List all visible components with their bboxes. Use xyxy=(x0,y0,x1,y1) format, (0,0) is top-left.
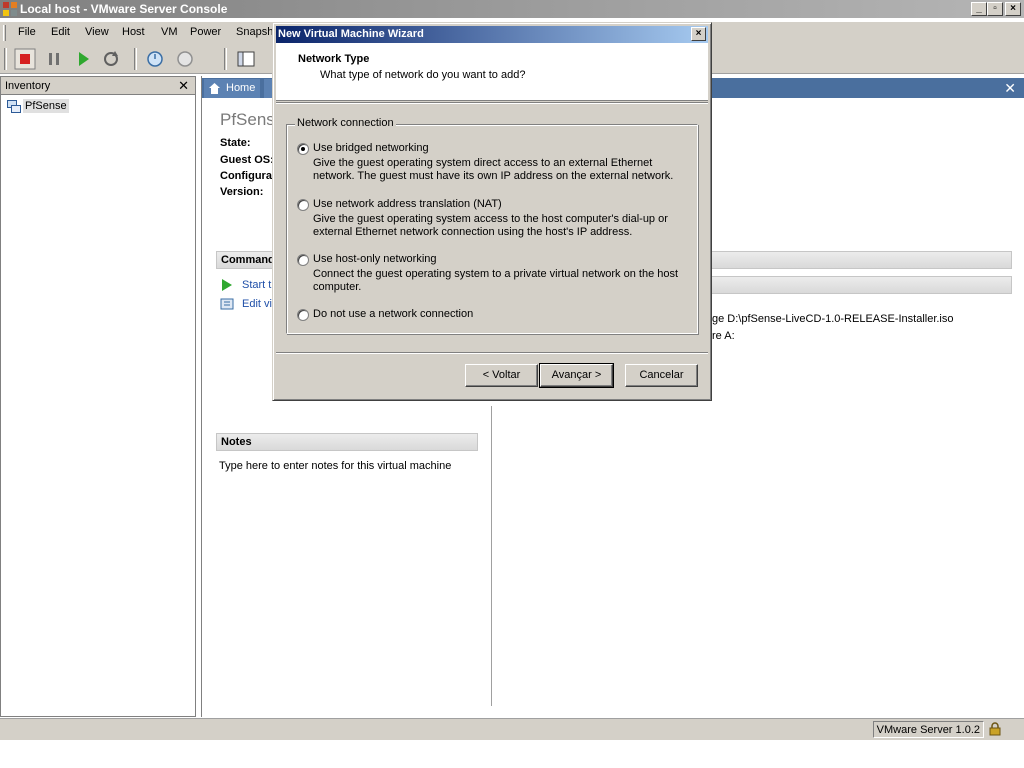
notes-header: Notes xyxy=(216,433,478,451)
edit-settings-icon xyxy=(220,298,234,310)
next-button[interactable]: Avançar > xyxy=(539,363,614,388)
radio-nat[interactable] xyxy=(297,199,309,211)
dialog-header: Network Type What type of network do you… xyxy=(276,43,708,101)
version-label: Version: xyxy=(220,186,264,198)
option-nat-label[interactable]: Use network address translation (NAT) xyxy=(313,198,502,210)
menu-vm[interactable]: VM xyxy=(161,26,178,38)
radio-bridged[interactable] xyxy=(297,143,309,155)
state-label: State: xyxy=(220,137,251,149)
window-title: Local host - VMware Server Console xyxy=(20,2,228,16)
dialog-header-title: Network Type xyxy=(298,53,370,65)
snapshot-icon[interactable] xyxy=(144,48,166,70)
revert-icon[interactable] xyxy=(174,48,196,70)
home-icon xyxy=(209,83,220,94)
network-connection-legend: Network connection xyxy=(295,117,396,129)
inventory-panel: Inventory ✕ PfSense xyxy=(0,76,196,717)
notes-text[interactable]: Type here to enter notes for this virtua… xyxy=(219,460,451,472)
menu-view[interactable]: View xyxy=(85,26,109,38)
pane-divider[interactable] xyxy=(491,406,492,706)
menu-power[interactable]: Power xyxy=(190,26,221,38)
network-connection-group: Network connection Use bridged networkin… xyxy=(286,117,698,334)
dialog-footer-separator xyxy=(276,352,708,354)
radio-host-only[interactable] xyxy=(297,254,309,266)
back-button[interactable]: < Voltar xyxy=(465,364,538,387)
pause-icon[interactable] xyxy=(43,48,65,70)
minimize-button[interactable]: _ xyxy=(971,2,987,16)
status-version: VMware Server 1.0.2 xyxy=(872,721,984,738)
dialog-close-button[interactable]: × xyxy=(691,27,706,41)
tab-home-label: Home xyxy=(226,82,256,94)
toolbar-separator xyxy=(4,48,7,70)
guest-os-label: Guest OS: xyxy=(220,154,274,166)
dialog-titlebar: New Virtual Machine Wizard × xyxy=(276,26,708,43)
toolbar-separator xyxy=(224,48,227,70)
inventory-close-icon[interactable]: ✕ xyxy=(178,78,189,94)
toolbar-separator xyxy=(134,48,137,70)
new-vm-wizard-dialog: New Virtual Machine Wizard × Network Typ… xyxy=(272,22,712,401)
edit-settings-link[interactable]: Edit vi xyxy=(242,298,272,310)
vmware-app-icon xyxy=(3,2,17,16)
cancel-button[interactable]: Cancelar xyxy=(625,364,698,387)
dialog-header-subtitle: What type of network do you want to add? xyxy=(320,69,526,81)
inventory-item-label: PfSense xyxy=(23,99,69,113)
inventory-header: Inventory ✕ xyxy=(1,77,195,95)
reset-icon[interactable] xyxy=(100,48,122,70)
option-host-only-label[interactable]: Use host-only networking xyxy=(313,253,437,265)
tab-home[interactable]: Home xyxy=(204,79,260,98)
menu-host[interactable]: Host xyxy=(122,26,145,38)
vm-title: PfSens xyxy=(220,110,275,129)
restore-button[interactable]: ▫ xyxy=(987,2,1003,16)
configuration-label: Configura xyxy=(220,170,272,182)
menu-snapshot[interactable]: Snapsh xyxy=(236,26,273,38)
option-no-network-label[interactable]: Do not use a network connection xyxy=(313,308,473,320)
close-window-button[interactable]: × xyxy=(1005,2,1021,16)
start-vm-link[interactable]: Start t xyxy=(242,279,271,291)
devices-header xyxy=(702,276,1012,294)
dialog-header-separator xyxy=(276,102,708,104)
option-nat-desc: Give the guest operating system access t… xyxy=(313,213,668,238)
menubar-grip xyxy=(3,25,6,41)
lock-icon xyxy=(989,722,1001,736)
option-bridged-label[interactable]: Use bridged networking xyxy=(313,142,429,154)
statusbar: VMware Server 1.0.2 xyxy=(0,718,1024,740)
play-icon[interactable] xyxy=(72,48,94,70)
menu-edit[interactable]: Edit xyxy=(51,26,70,38)
start-vm-icon xyxy=(222,279,232,291)
virtual-machine-icon xyxy=(7,100,21,113)
radio-no-network[interactable] xyxy=(297,309,309,321)
dialog-title: New Virtual Machine Wizard xyxy=(278,28,424,40)
close-tab-icon[interactable]: ✕ xyxy=(1004,80,1016,97)
window-titlebar: Local host - VMware Server Console _ ▫ × xyxy=(0,0,1024,18)
menu-file[interactable]: File xyxy=(18,26,36,38)
stop-icon[interactable] xyxy=(14,48,36,70)
inventory-title: Inventory xyxy=(5,80,51,92)
floppy-device-detail: re A: xyxy=(712,330,735,342)
option-host-only-desc: Connect the guest operating system to a … xyxy=(313,268,679,293)
option-bridged-desc: Give the guest operating system direct a… xyxy=(313,157,674,182)
cdrom-device-detail: ge D:\pfSense-LiveCD-1.0-RELEASE-Install… xyxy=(712,313,954,325)
summary-view-icon[interactable] xyxy=(235,48,257,70)
